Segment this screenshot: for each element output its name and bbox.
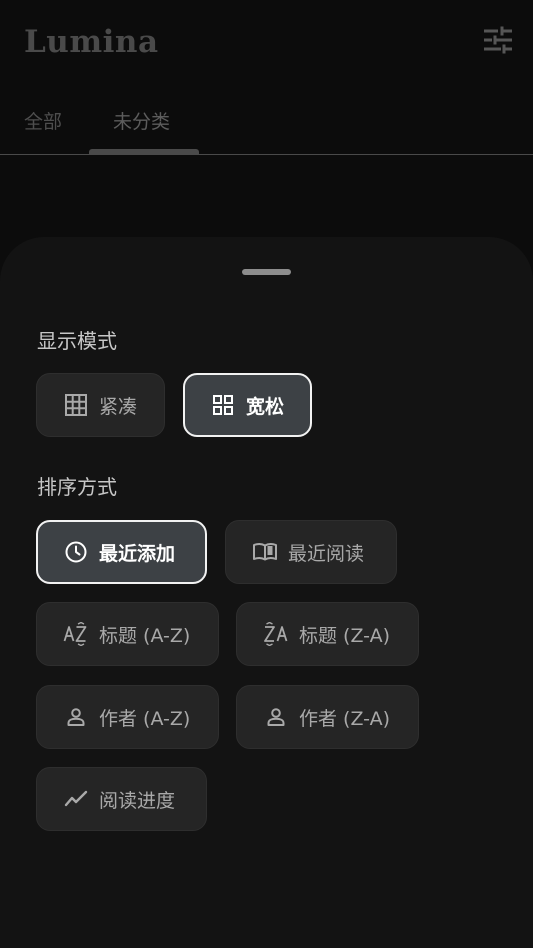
app-root: Lumina 全部 未分类 显示模式 紧凑 宽松 排序方式 最近添加 最近阅读 … — [0, 0, 533, 948]
category-tabs: 全部 未分类 — [0, 90, 533, 155]
sort-author-za-chip[interactable]: 作者 (Z-A) — [236, 685, 419, 749]
person-icon — [63, 704, 89, 730]
tab-indicator — [89, 149, 199, 154]
open-book-icon — [252, 539, 278, 565]
sort-recently-added-label: 最近添加 — [99, 542, 176, 565]
display-mode-label: 显示模式 — [37, 329, 117, 353]
view-options-sheet: 显示模式 紧凑 宽松 排序方式 最近添加 最近阅读 标题 (A-Z) 标题 (Z… — [0, 237, 533, 948]
clock-icon — [63, 539, 89, 565]
sort-recently-read-label: 最近阅读 — [288, 542, 365, 565]
app-title: Lumina — [24, 24, 159, 60]
trending-line-icon — [63, 786, 89, 812]
person-icon — [263, 704, 289, 730]
display-compact-label: 紧凑 — [99, 395, 138, 418]
app-header: Lumina — [0, 0, 533, 82]
sort-za-icon — [263, 621, 289, 647]
display-spacious-label: 宽松 — [246, 395, 285, 418]
tab-uncategorized[interactable]: 未分类 — [113, 102, 170, 142]
display-spacious-chip[interactable]: 宽松 — [183, 373, 312, 437]
grid-3x3-icon — [63, 392, 89, 418]
sheet-drag-handle[interactable] — [242, 269, 291, 275]
sort-title-za-chip[interactable]: 标题 (Z-A) — [236, 602, 419, 666]
sort-az-icon — [63, 621, 89, 647]
tab-all[interactable]: 全部 — [24, 102, 62, 142]
sort-author-az-label: 作者 (A-Z) — [99, 707, 191, 730]
grid-2x2-icon — [210, 392, 236, 418]
sort-reading-progress-label: 阅读进度 — [99, 789, 176, 812]
filter-button[interactable] — [480, 24, 516, 60]
tune-sliders-icon — [483, 26, 513, 58]
sort-recently-added-chip[interactable]: 最近添加 — [36, 520, 207, 584]
sort-reading-progress-chip[interactable]: 阅读进度 — [36, 767, 207, 831]
display-compact-chip[interactable]: 紧凑 — [36, 373, 165, 437]
sort-title-za-label: 标题 (Z-A) — [299, 624, 390, 647]
sort-author-za-label: 作者 (Z-A) — [299, 707, 390, 730]
sort-title-az-chip[interactable]: 标题 (A-Z) — [36, 602, 219, 666]
sort-title-az-label: 标题 (A-Z) — [99, 624, 191, 647]
sort-recently-read-chip[interactable]: 最近阅读 — [225, 520, 397, 584]
sort-label: 排序方式 — [37, 475, 117, 499]
sort-author-az-chip[interactable]: 作者 (A-Z) — [36, 685, 219, 749]
